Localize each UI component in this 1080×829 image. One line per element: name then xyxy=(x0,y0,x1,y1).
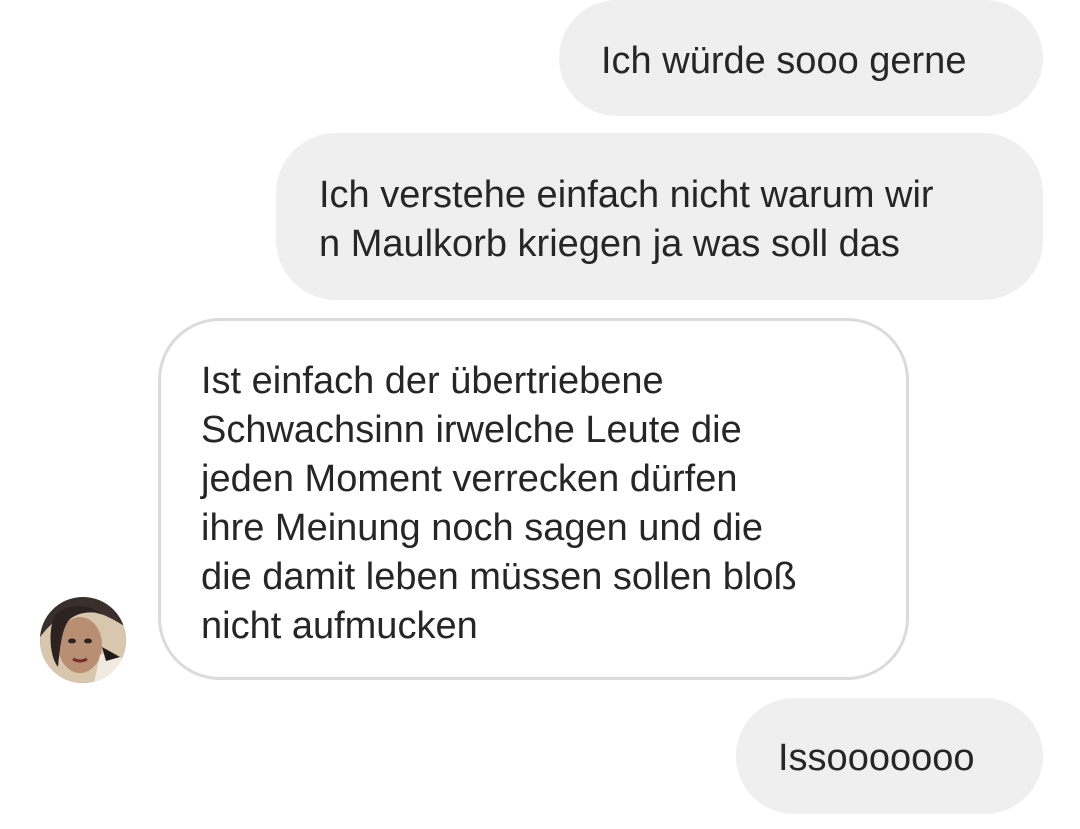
outgoing-message-bubble[interactable]: Issooooooo xyxy=(736,698,1043,814)
profile-photo-icon xyxy=(40,597,126,683)
outgoing-message-bubble[interactable]: Ich verstehe einfach nicht warum wir n M… xyxy=(276,133,1043,300)
outgoing-message-bubble[interactable]: Ich würde sooo gerne xyxy=(559,0,1043,116)
sender-avatar[interactable] xyxy=(40,597,126,683)
incoming-message-bubble[interactable]: Ist einfach der übertriebene Schwachsinn… xyxy=(158,318,909,680)
